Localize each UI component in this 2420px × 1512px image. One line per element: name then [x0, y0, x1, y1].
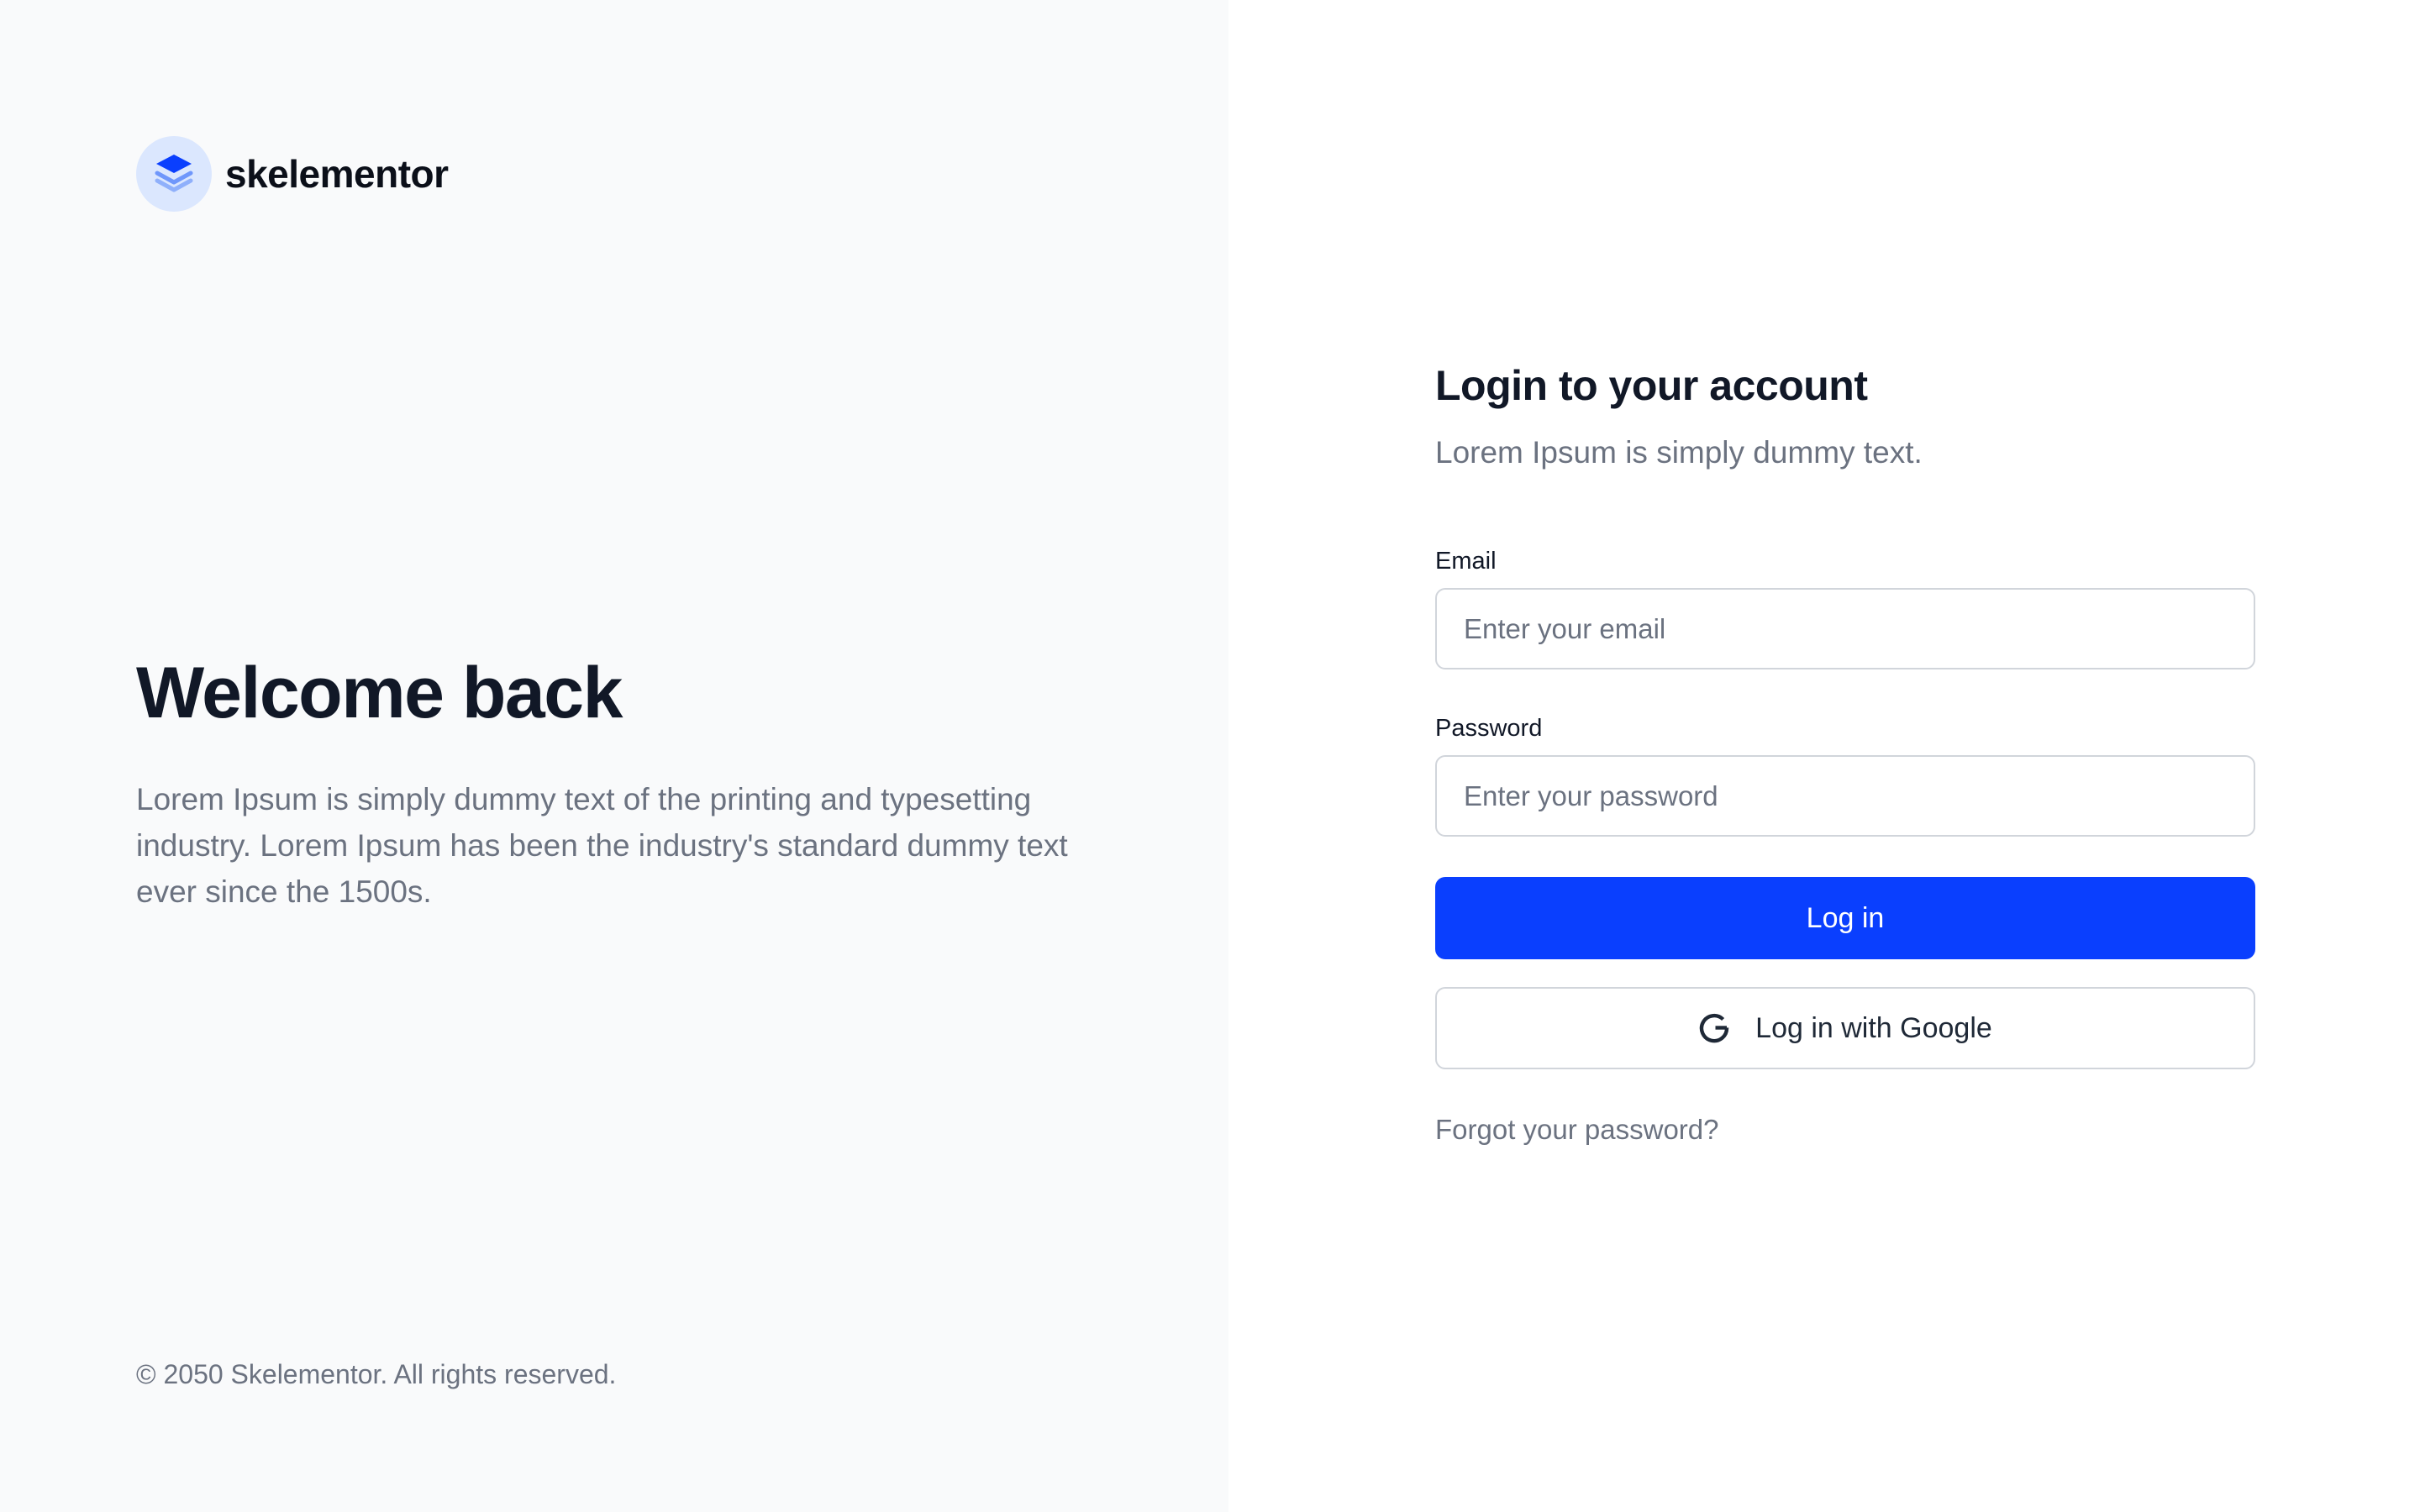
email-input[interactable]: [1435, 588, 2255, 669]
brand[interactable]: skelementor: [136, 136, 449, 212]
login-subtitle: Lorem Ipsum is simply dummy text.: [1435, 435, 1923, 470]
left-panel: skelementor Welcome back Lorem Ipsum is …: [0, 0, 1228, 1512]
brand-name: skelementor: [225, 152, 449, 196]
email-label: Email: [1435, 548, 1497, 575]
password-input[interactable]: [1435, 755, 2255, 837]
stacked-layers-icon: [155, 155, 193, 192]
forgot-password-link[interactable]: Forgot your password?: [1435, 1111, 1719, 1148]
login-button-label: Log in: [1806, 901, 1885, 934]
login-title: Login to your account: [1435, 362, 1868, 409]
copyright-text: © 2050 Skelementor. All rights reserved.: [136, 1359, 617, 1389]
google-g-icon: [1699, 1013, 1729, 1043]
google-login-button[interactable]: Log in with Google: [1435, 987, 2255, 1069]
welcome-description: Lorem Ipsum is simply dummy text of the …: [136, 782, 1068, 909]
login-form: Login to your account Lorem Ipsum is sim…: [1435, 358, 2255, 1148]
google-button-label: Log in with Google: [1755, 1011, 1992, 1044]
password-label: Password: [1435, 715, 1543, 742]
welcome-title: Welcome back: [136, 653, 623, 733]
logo: [136, 136, 212, 212]
login-button[interactable]: Log in: [1435, 877, 2255, 959]
login-page: skelementor Welcome back Lorem Ipsum is …: [0, 0, 2420, 1512]
